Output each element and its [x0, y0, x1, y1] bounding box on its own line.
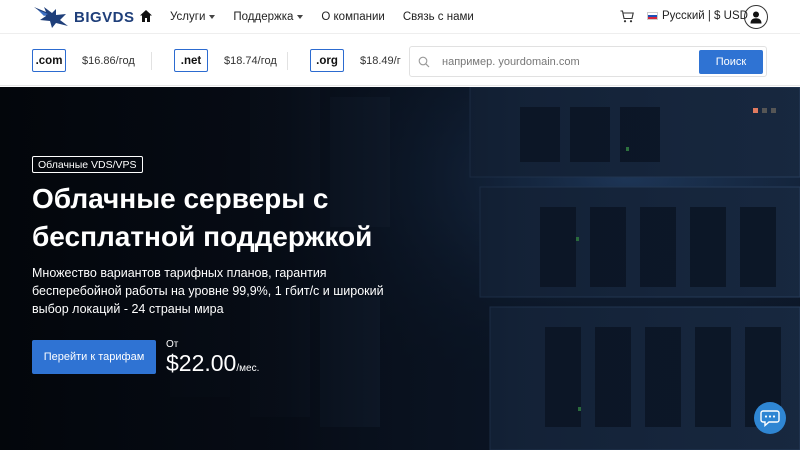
- tld-label: .org: [310, 49, 344, 72]
- search-button[interactable]: Поиск: [699, 50, 763, 74]
- menu-item-about[interactable]: О компании: [321, 11, 384, 23]
- language-currency-selector[interactable]: Русский | $ USD: [647, 10, 748, 22]
- menu-item-contact[interactable]: Связь с нами: [403, 11, 474, 23]
- search-icon: [418, 56, 430, 68]
- domain-search: Поиск: [409, 46, 767, 77]
- user-account-button[interactable]: [744, 5, 768, 29]
- user-icon: [750, 11, 762, 24]
- cart-icon[interactable]: [620, 10, 634, 23]
- chevron-down-icon: [297, 15, 304, 19]
- domain-price-com[interactable]: .com $16.86/год: [32, 49, 135, 72]
- brand-name: BIGVDS: [74, 8, 135, 26]
- starting-price: $22.00/мес.: [166, 350, 260, 376]
- carousel-dot[interactable]: [753, 108, 758, 113]
- menu-item-support[interactable]: Поддержка: [233, 11, 304, 23]
- category-badge: Облачные VDS/VPS: [32, 156, 143, 173]
- carousel-indicators: [753, 108, 780, 113]
- view-plans-button[interactable]: Перейти к тарифам: [32, 340, 156, 374]
- hero-description: Множество вариантов тарифных планов, гар…: [32, 266, 384, 316]
- tld-price: $18.74/год: [224, 54, 277, 67]
- chat-icon: [760, 410, 780, 427]
- flag-ru-icon: [647, 12, 658, 20]
- home-icon[interactable]: [139, 9, 153, 23]
- divider: [287, 52, 288, 70]
- hero-title: Облачные серверы с бесплатной поддержкой: [32, 183, 373, 252]
- carousel-dot[interactable]: [762, 108, 767, 113]
- domain-search-bar: .com $16.86/год .net $18.74/год .org $18…: [0, 34, 800, 86]
- domain-search-input[interactable]: [442, 53, 692, 71]
- tld-price: $16.86/год: [82, 54, 135, 67]
- chevron-down-icon: [209, 15, 216, 19]
- tld-price: $18.49/г: [360, 54, 401, 67]
- main-menu: Услуги Поддержка О компании Связь с нами: [170, 0, 492, 34]
- tld-label: .com: [32, 49, 66, 72]
- hero-banner: Облачные VDS/VPS Облачные серверы с бесп…: [0, 87, 800, 450]
- carousel-dot[interactable]: [771, 108, 776, 113]
- logo-mark-icon: [34, 7, 68, 28]
- top-navigation: BIGVDS Услуги Поддержка О компании Связь…: [0, 0, 800, 34]
- chat-button[interactable]: [754, 402, 786, 434]
- domain-price-org[interactable]: .org $18.49/г: [310, 49, 401, 72]
- brand-logo[interactable]: BIGVDS: [32, 4, 135, 30]
- language-currency-label: Русский | $ USD: [662, 10, 748, 22]
- domain-price-net[interactable]: .net $18.74/год: [174, 49, 277, 72]
- menu-item-services[interactable]: Услуги: [170, 11, 216, 23]
- price-from-label: От: [166, 339, 179, 350]
- divider: [151, 52, 152, 70]
- tld-label: .net: [174, 49, 208, 72]
